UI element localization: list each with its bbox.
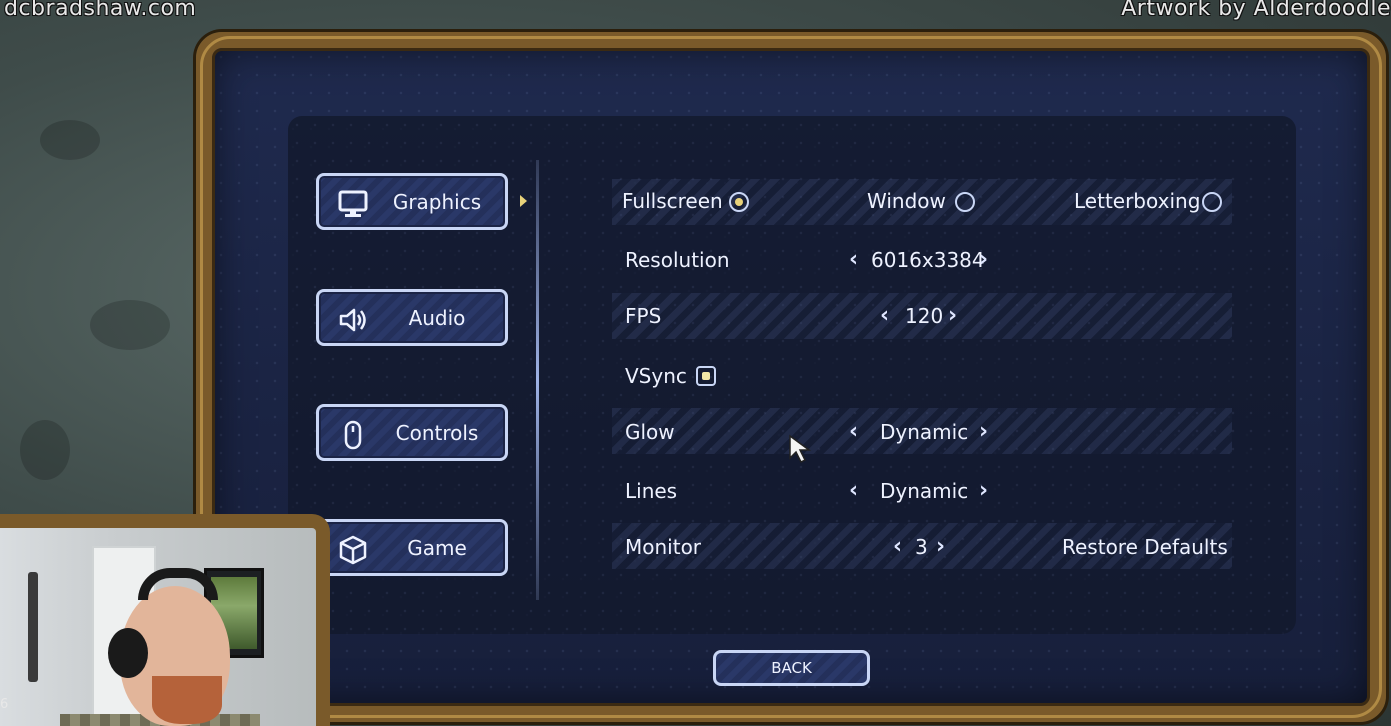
background-texture bbox=[20, 420, 70, 480]
category-label: Graphics bbox=[392, 189, 482, 214]
fps-prev-icon[interactable]: ‹ bbox=[880, 305, 889, 327]
category-game-button[interactable]: Game bbox=[316, 519, 508, 576]
watermark-left: dcbradshaw.com bbox=[4, 0, 197, 21]
lines-value: Dynamic bbox=[880, 479, 969, 503]
window-label: Window bbox=[867, 189, 946, 213]
webcam-overlay bbox=[0, 514, 330, 726]
vsync-checkbox[interactable] bbox=[696, 366, 716, 386]
webcam-wall-decor bbox=[28, 572, 38, 682]
category-label: Game bbox=[407, 535, 467, 560]
letterboxing-label: Letterboxing bbox=[1074, 189, 1201, 213]
glow-label: Glow bbox=[625, 420, 675, 444]
fps-value: 120 bbox=[905, 304, 944, 328]
resolution-next-icon[interactable]: › bbox=[979, 249, 988, 271]
background-texture bbox=[90, 300, 170, 350]
cursor-icon bbox=[789, 434, 812, 464]
vsync-label: VSync bbox=[625, 364, 687, 388]
selected-category-indicator bbox=[520, 195, 527, 207]
restore-defaults-button[interactable]: Restore Defaults bbox=[1062, 535, 1228, 559]
glow-next-icon[interactable]: › bbox=[979, 421, 988, 443]
glow-value: Dynamic bbox=[880, 420, 969, 444]
webcam-person-beard bbox=[152, 676, 222, 724]
lines-next-icon[interactable]: › bbox=[979, 480, 988, 502]
glow-prev-icon[interactable]: ‹ bbox=[849, 421, 858, 443]
fullscreen-radio[interactable] bbox=[729, 192, 749, 212]
lines-prev-icon[interactable]: ‹ bbox=[849, 480, 858, 502]
monitor-next-icon[interactable]: › bbox=[936, 536, 945, 558]
window-radio[interactable] bbox=[955, 192, 975, 212]
monitor-icon bbox=[338, 190, 368, 217]
fps-label: FPS bbox=[625, 304, 662, 328]
lines-label: Lines bbox=[625, 479, 678, 503]
monitor-label: Monitor bbox=[625, 535, 702, 559]
resolution-prev-icon[interactable]: ‹ bbox=[849, 249, 858, 271]
webcam-counter: 6 bbox=[0, 697, 9, 712]
fullscreen-label: Fullscreen bbox=[622, 189, 723, 213]
monitor-prev-icon[interactable]: ‹ bbox=[893, 536, 902, 558]
category-label: Controls bbox=[395, 420, 479, 445]
resolution-value: 6016x3384 bbox=[871, 248, 985, 272]
fps-next-icon[interactable]: › bbox=[948, 305, 957, 327]
letterboxing-radio[interactable] bbox=[1202, 192, 1222, 212]
headphones-earcup bbox=[108, 628, 148, 678]
back-button[interactable]: BACK bbox=[713, 650, 870, 686]
resolution-label: Resolution bbox=[625, 248, 730, 272]
category-label: Audio bbox=[408, 305, 466, 330]
cube-icon bbox=[339, 535, 367, 565]
mouse-icon bbox=[344, 420, 362, 450]
background-texture bbox=[40, 120, 100, 160]
watermark-right: Artwork by Alderdoodle bbox=[1121, 0, 1391, 21]
speaker-icon bbox=[339, 308, 366, 332]
category-controls-button[interactable]: Controls bbox=[316, 404, 508, 461]
monitor-value: 3 bbox=[915, 535, 928, 559]
category-graphics-button[interactable]: Graphics bbox=[316, 173, 508, 230]
category-audio-button[interactable]: Audio bbox=[316, 289, 508, 346]
panel-divider bbox=[536, 160, 539, 600]
